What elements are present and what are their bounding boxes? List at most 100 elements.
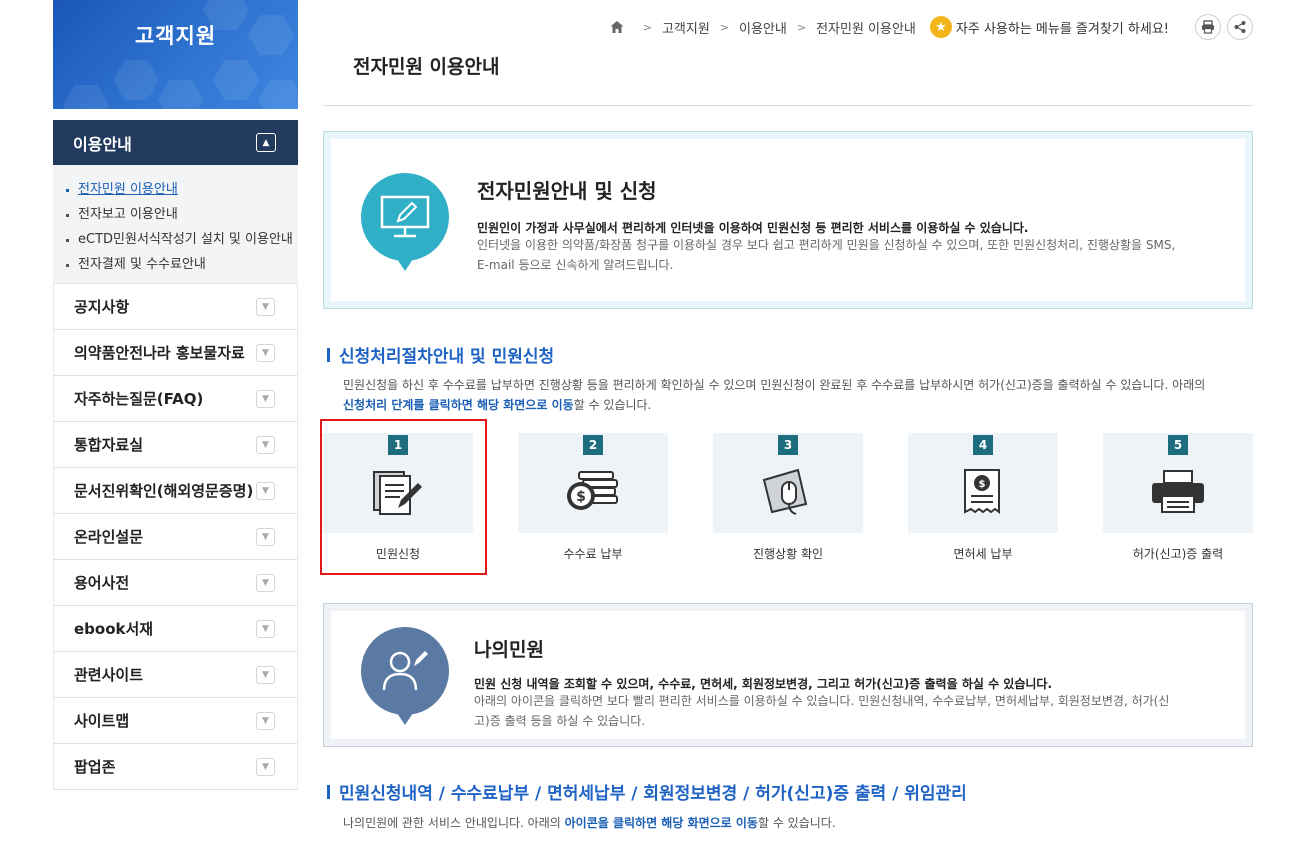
section-description-text: 할 수 있습니다. — [757, 816, 836, 830]
sidebar-item-related-sites[interactable]: 관련사이트 ▼ — [53, 652, 298, 698]
sidebar-item-notice[interactable]: 공지사항 ▼ — [53, 284, 298, 330]
info-description-line: 아래의 아이콘을 클릭하면 보다 빨리 편리한 서비스를 이용하실 수 있습니다… — [474, 694, 1170, 708]
section-description: 민원신청을 하신 후 수수료를 납부하면 진행상황 등을 편리하게 확인하실 수… — [343, 375, 1205, 415]
info-description-line: 고)증 출력 등을 하실 수 있습니다. — [474, 714, 646, 728]
sidebar-subitem-e-report[interactable]: 전자보고 이용안내 — [65, 206, 298, 223]
section-heading: 민원신청내역 / 수수료납부 / 면허세납부 / 회원정보변경 / 허가(신고)… — [327, 779, 967, 804]
section-description-emphasis: 아이콘을 클릭하면 해당 화면으로 이동 — [564, 816, 758, 830]
chevron-down-icon[interactable]: ▼ — [256, 482, 275, 500]
info-title: 나의민원 — [474, 639, 544, 661]
sidebar-item-label: 공지사항 — [74, 298, 130, 316]
step-number: 4 — [973, 435, 993, 455]
section-description-line: 민원신청을 하신 후 수수료를 납부하면 진행상황 등을 편리하게 확인하실 수… — [343, 378, 1206, 392]
breadcrumb-item[interactable]: 이용안내 — [739, 18, 787, 37]
sidebar-item-promo[interactable]: 의약품안전나라 홍보물자료 ▼ — [53, 330, 298, 376]
sidebar-section-title: 이용안내 — [73, 134, 132, 154]
section-description-text: 나의민원에 관한 서비스 안내입니다. 아래의 — [343, 816, 565, 830]
sidebar-item-doc-verify[interactable]: 문서진위확인(해외영문증명) ▼ — [53, 468, 298, 514]
e-petition-info-box: 전자민원안내 및 신청 민원인이 가정과 사무실에서 편리하게 인터넷을 이용하… — [323, 131, 1253, 309]
sidebar-item-label: 팝업존 — [74, 758, 116, 776]
chevron-down-icon[interactable]: ▼ — [256, 712, 275, 730]
mouse-click-icon — [762, 468, 808, 515]
step-3-status[interactable]: 3 — [713, 433, 863, 533]
step-number: 2 — [583, 435, 603, 455]
info-title: 전자민원안내 및 신청 — [477, 179, 657, 203]
sidebar-banner: 고객지원 — [53, 0, 298, 109]
user-edit-icon — [361, 627, 449, 725]
chevron-down-icon[interactable]: ▼ — [256, 620, 275, 638]
step-label[interactable]: 진행상황 확인 — [713, 545, 863, 562]
sidebar-menu: 공지사항 ▼ 의약품안전나라 홍보물자료 ▼ 자주하는질문(FAQ) ▼ 통합자료실 ▼… — [53, 284, 298, 790]
sidebar-section-header[interactable]: 이용안내 ▲ — [53, 120, 298, 165]
sidebar-item-sitemap[interactable]: 사이트맵 ▼ — [53, 698, 298, 744]
favorite-hint: 자주 사용하는 메뉴를 즐겨찾기 하세요! — [955, 21, 1169, 37]
highlight-box — [320, 419, 487, 575]
sidebar-subitem-e-payment[interactable]: 전자결제 및 수수료안내 — [65, 256, 298, 273]
sidebar-subitem-ectd[interactable]: eCTD민원서식작성기 설치 및 이용안내 — [65, 231, 298, 248]
page-title: 전자민원 이용안내 — [353, 56, 500, 78]
sidebar-item-label: 온라인설문 — [74, 528, 144, 546]
breadcrumb-item-current[interactable]: 전자민원 이용안내 — [816, 18, 916, 37]
section-description: 나의민원에 관한 서비스 안내입니다. 아래의 아이콘을 클릭하면 해당 화면으… — [343, 813, 836, 833]
step-label[interactable]: 허가(신고)증 출력 — [1103, 545, 1253, 562]
svg-text:$: $ — [576, 489, 586, 505]
sidebar-banner-title: 고객지원 — [134, 24, 217, 48]
section-heading: 신청처리절차안내 및 민원신청 — [327, 342, 554, 367]
step-4-license-tax[interactable]: 4 $ — [908, 433, 1058, 533]
chevron-down-icon[interactable]: ▼ — [256, 436, 275, 454]
chevron-down-icon[interactable]: ▼ — [256, 344, 275, 362]
step-label[interactable]: 수수료 납부 — [518, 545, 668, 562]
sidebar-item-faq[interactable]: 자주하는질문(FAQ) ▼ — [53, 376, 298, 422]
step-number: 5 — [1168, 435, 1188, 455]
sidebar-item-popup-zone[interactable]: 팝업존 ▼ — [53, 744, 298, 790]
share-icon[interactable] — [1227, 14, 1253, 40]
my-petition-info-box: 나의민원 민원 신청 내역을 조회할 수 있으며, 수수료, 면허세, 회원정보… — [323, 603, 1253, 747]
monitor-pen-icon — [361, 173, 449, 271]
coins-icon: $ — [567, 471, 618, 510]
star-icon[interactable]: ★ — [929, 16, 952, 38]
section-description-line: 신청처리 단계를 클릭하면 해당 화면으로 이동할 수 있습니다. — [343, 395, 1205, 415]
chevron-down-icon[interactable]: ▼ — [256, 666, 275, 684]
chevron-down-icon[interactable]: ▼ — [256, 298, 275, 316]
chevron-right-icon: > — [642, 20, 652, 34]
printer-icon — [1152, 470, 1204, 513]
breadcrumb-item[interactable]: 고객지원 — [662, 18, 710, 37]
section-description-text: 할 수 있습니다. — [573, 398, 652, 412]
sidebar: 고객지원 이용안내 ▲ 전자민원 이용안내 전자보고 이용안내 eCTD민원서식… — [53, 0, 298, 790]
print-icon[interactable] — [1195, 14, 1221, 40]
collapse-icon[interactable]: ▲ — [256, 133, 276, 152]
sidebar-item-label: 관련사이트 — [74, 666, 144, 684]
chevron-down-icon[interactable]: ▼ — [256, 390, 275, 408]
sidebar-submenu: 전자민원 이용안내 전자보고 이용안내 eCTD민원서식작성기 설치 및 이용안… — [53, 165, 298, 284]
info-description-line: 인터넷을 이용한 의약품/화장품 청구를 이용하실 경우 보다 쉽고 편리하게 … — [477, 238, 1176, 252]
step-label[interactable]: 면허세 납부 — [908, 545, 1058, 562]
sidebar-item-glossary[interactable]: 용어사전 ▼ — [53, 560, 298, 606]
sidebar-item-ebook[interactable]: ebook서재 ▼ — [53, 606, 298, 652]
svg-text:$: $ — [979, 479, 986, 490]
sidebar-item-label: 의약품안전나라 홍보물자료 — [74, 344, 245, 362]
sidebar-item-survey[interactable]: 온라인설문 ▼ — [53, 514, 298, 560]
sidebar-item-label: 문서진위확인(해외영문증명) — [74, 482, 254, 500]
chevron-down-icon[interactable]: ▼ — [256, 528, 275, 546]
sidebar-item-label: ebook서재 — [74, 620, 154, 638]
sidebar-item-label: 자주하는질문(FAQ) — [74, 390, 204, 408]
info-description: 아래의 아이콘을 클릭하면 보다 빨리 편리한 서비스를 이용하실 수 있습니다… — [474, 691, 1169, 731]
section-description-emphasis: 신청처리 단계를 클릭하면 해당 화면으로 이동 — [343, 398, 574, 412]
sidebar-subitem-e-petition[interactable]: 전자민원 이용안내 — [65, 181, 298, 198]
step-number: 3 — [778, 435, 798, 455]
info-description-line: E-mail 등으로 신속하게 알려드립니다. — [477, 258, 674, 272]
sidebar-item-label: 통합자료실 — [74, 436, 144, 454]
receipt-icon: $ — [964, 469, 1000, 514]
sidebar-item-library[interactable]: 통합자료실 ▼ — [53, 422, 298, 468]
step-5-print-license[interactable]: 5 — [1103, 433, 1253, 533]
sidebar-item-label: 용어사전 — [74, 574, 130, 592]
breadcrumb: > 고객지원 > 이용안내 > 전자민원 이용안내 ★ 자주 사용하는 메뉴를 … — [609, 14, 1253, 40]
home-icon[interactable] — [609, 19, 625, 35]
info-description: 인터넷을 이용한 의약품/화장품 청구를 이용하실 경우 보다 쉽고 편리하게 … — [477, 235, 1175, 275]
info-summary: 민원인이 가정과 사무실에서 편리하게 인터넷을 이용하여 민원신청 등 편리한… — [477, 221, 1029, 235]
chevron-right-icon: > — [796, 20, 807, 34]
chevron-down-icon[interactable]: ▼ — [256, 758, 275, 776]
chevron-down-icon[interactable]: ▼ — [256, 574, 275, 592]
chevron-right-icon: > — [719, 20, 730, 34]
step-2-fee[interactable]: 2 $ — [518, 433, 668, 533]
